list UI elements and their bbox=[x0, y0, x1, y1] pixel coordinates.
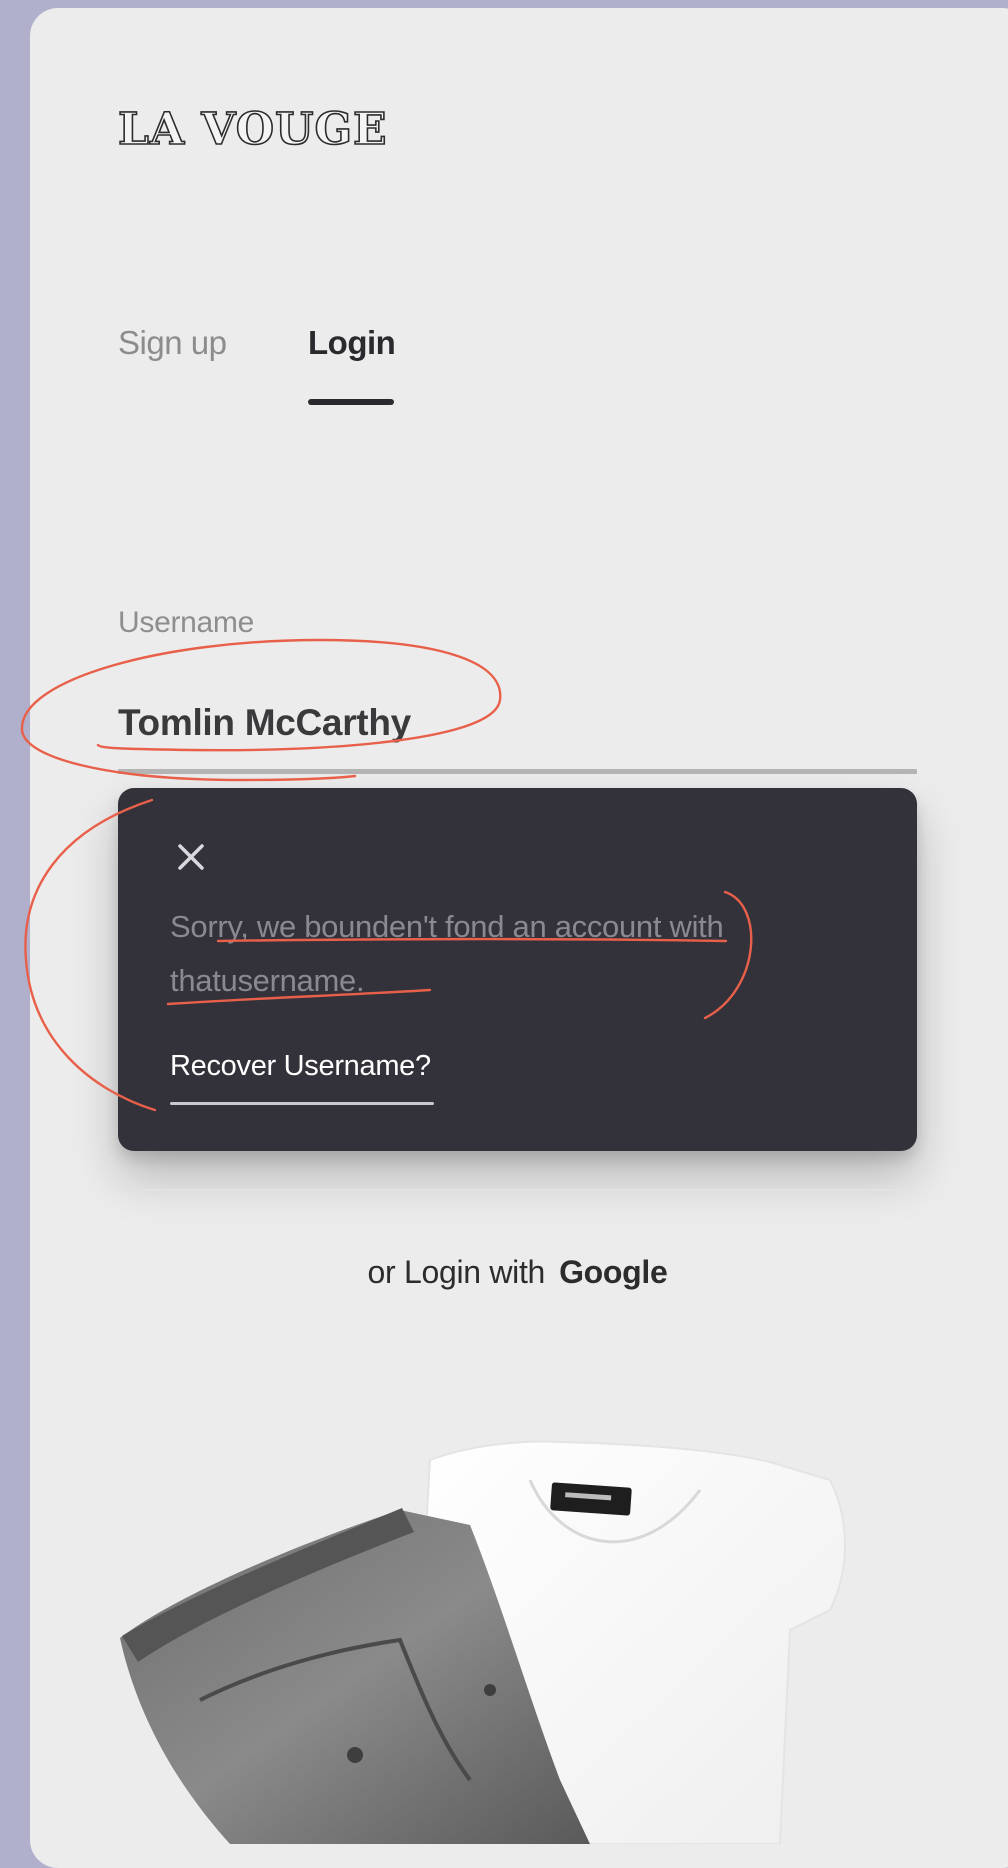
username-input-underline bbox=[118, 769, 917, 774]
clothing-photo bbox=[120, 1440, 846, 1844]
social-login-row: or Login with Google bbox=[30, 1254, 1005, 1291]
google-login-link[interactable]: Google bbox=[559, 1254, 668, 1290]
social-login-prefix: or Login with bbox=[367, 1254, 546, 1290]
error-message: Sorry, we bounden't fond an account with… bbox=[170, 909, 724, 998]
tab-sign-up[interactable]: Sign up bbox=[118, 324, 227, 362]
recover-username-link[interactable]: Recover Username? bbox=[170, 1050, 431, 1083]
username-label: Username bbox=[118, 606, 254, 639]
recover-link-underline bbox=[170, 1102, 434, 1105]
active-tab-indicator bbox=[308, 399, 394, 405]
brand-logo: LA VOUGE bbox=[117, 103, 388, 156]
error-popover: Sorry, we bounden't fond an account with… bbox=[118, 788, 917, 1151]
divider bbox=[118, 1189, 917, 1191]
close-icon[interactable] bbox=[174, 840, 208, 874]
username-input[interactable] bbox=[118, 698, 917, 748]
tab-login[interactable]: Login bbox=[308, 324, 396, 362]
